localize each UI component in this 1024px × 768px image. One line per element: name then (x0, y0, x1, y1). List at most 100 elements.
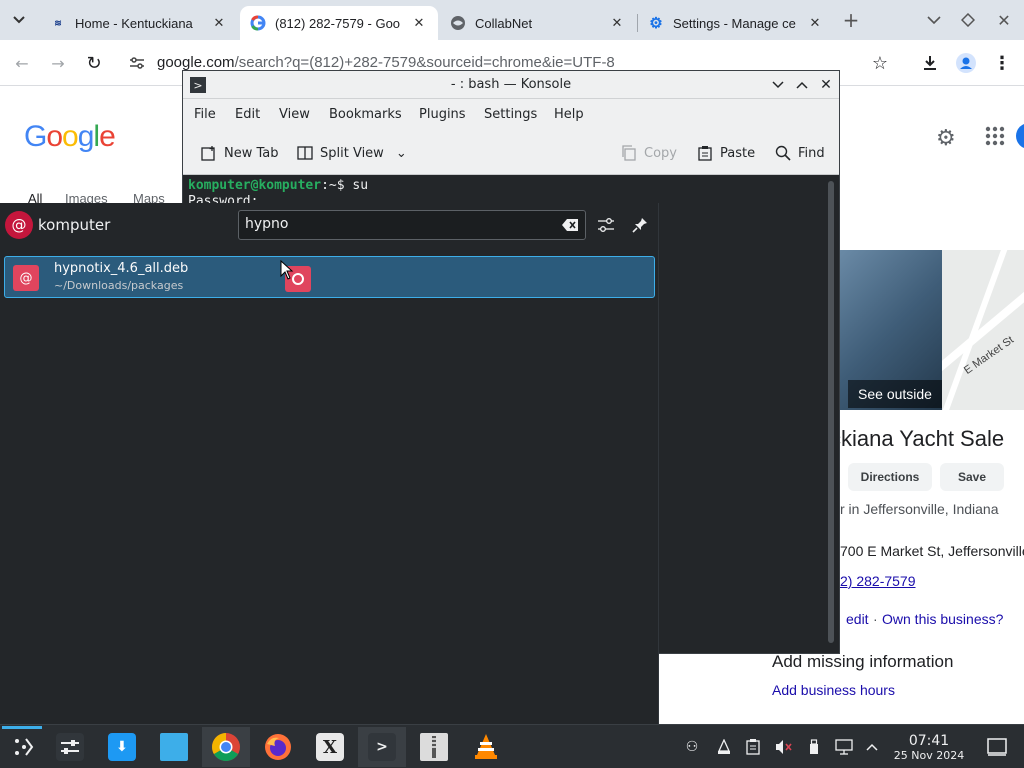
konsole-titlebar[interactable]: > - : bash — Konsole ✕ (183, 71, 839, 99)
clipboard-icon[interactable] (743, 737, 763, 757)
krunner-pin-button[interactable] (627, 212, 653, 238)
copy-button[interactable]: Copy (621, 143, 677, 163)
close-window-button[interactable]: ✕ (992, 8, 1016, 32)
forward-button[interactable]: → (46, 51, 70, 75)
application-launcher[interactable] (0, 726, 48, 767)
settings-gear-icon[interactable]: ⚙ (936, 125, 962, 151)
star-icon: ☆ (871, 52, 889, 74)
krunner-search-box[interactable] (238, 210, 586, 240)
discover-launcher[interactable]: ⬇ (98, 727, 146, 767)
menu-bookmarks[interactable]: Bookmarks (329, 107, 402, 122)
dolphin-launcher[interactable] (150, 727, 198, 767)
search-input[interactable] (245, 216, 545, 232)
chrome-icon (212, 733, 240, 761)
tune-icon (130, 57, 144, 69)
search-result-item[interactable]: @ hypnotix_4.6_all.deb ~/Downloads/packa… (4, 256, 655, 298)
maximize-button[interactable] (956, 8, 980, 32)
chrome-task[interactable] (202, 727, 250, 767)
tab-home-kentuckiana[interactable]: ≋ Home - Kentuckiana ✕ (40, 6, 238, 40)
x-app-launcher[interactable]: X (306, 727, 354, 767)
show-desktop-button[interactable] (986, 737, 1008, 757)
paste-button[interactable]: Paste (697, 143, 755, 163)
business-category: r in Jeffersonville, Indiana (840, 501, 999, 517)
krunner-config-button[interactable] (593, 212, 619, 238)
archive-launcher[interactable] (410, 727, 458, 767)
add-hours-link[interactable]: Add business hours (772, 682, 895, 698)
reload-button[interactable]: ↻ (82, 51, 106, 75)
clock-time[interactable]: 07:41 (892, 733, 966, 749)
back-button[interactable]: ← (10, 51, 34, 75)
new-tab-button[interactable]: + (839, 8, 863, 32)
google-logo[interactable]: Google (24, 120, 116, 154)
diamond-icon (961, 13, 975, 27)
konsole-menubar: File Edit View Bookmarks Plugins Setting… (183, 99, 839, 131)
missing-info-heading: Add missing information (772, 652, 954, 671)
site-info-button[interactable] (125, 51, 149, 75)
menu-file[interactable]: File (194, 107, 216, 122)
new-tab-button[interactable]: New Tab (201, 143, 279, 163)
chevron-down-icon (772, 81, 784, 89)
business-phone[interactable]: 2) 282-7579 (840, 573, 916, 589)
close-icon: ✕ (820, 77, 832, 93)
menu-view[interactable]: View (279, 107, 310, 122)
discover-store-icon: ⬇ (108, 733, 136, 761)
konsole-task[interactable]: > (358, 727, 406, 767)
firefox-launcher[interactable] (254, 727, 302, 767)
copy-icon (622, 145, 636, 161)
tab-search-button[interactable] (6, 8, 32, 32)
clear-text-button[interactable] (561, 216, 579, 234)
browser-menu-button[interactable]: ⋮ (990, 51, 1014, 75)
account-avatar[interactable] (1016, 123, 1024, 149)
directions-button[interactable]: Directions (848, 463, 932, 491)
arrow-right-icon: → (51, 53, 65, 73)
close-button[interactable]: ✕ (816, 75, 836, 95)
apps-grid-icon[interactable] (984, 125, 1006, 147)
business-address: 700 E Market St, Jeffersonville (840, 543, 1024, 559)
krunner-username: komputer (38, 216, 111, 234)
business-map[interactable] (942, 250, 1024, 410)
save-button[interactable]: Save (940, 463, 1004, 491)
kde-connect-icon[interactable]: ⚇ (682, 737, 702, 757)
address-bar[interactable]: google.com/search?q=(812)+282-7579&sourc… (157, 54, 615, 71)
plus-icon: + (842, 8, 860, 32)
tab-settings[interactable]: ⚙ Settings - Manage ce ✕ (638, 6, 834, 40)
close-icon[interactable]: ✕ (410, 15, 428, 31)
krunner-panel: @ komputer @ hypnotix_4.6_all.deb ~/Down… (0, 203, 659, 724)
usb-device-icon[interactable] (804, 737, 824, 757)
vlc-tray-icon[interactable] (714, 737, 734, 757)
bookmark-button[interactable]: ☆ (868, 51, 892, 75)
vlc-launcher[interactable] (462, 727, 510, 767)
close-icon[interactable]: ✕ (608, 15, 626, 31)
arrow-left-icon: ← (15, 53, 29, 73)
profile-button[interactable] (954, 51, 978, 75)
suggest-edit-link[interactable]: edit (846, 611, 869, 627)
network-wired-icon[interactable] (834, 737, 854, 757)
see-outside-button[interactable]: See outside (848, 380, 942, 408)
chevron-down-icon (13, 16, 25, 24)
downloads-button[interactable] (918, 51, 942, 75)
tray-expand-button[interactable] (862, 737, 882, 757)
tab-collabnet[interactable]: CollabNet ✕ (440, 6, 636, 40)
tab-google-search[interactable]: (812) 282-7579 - Goo ✕ (240, 6, 438, 40)
chevron-down-icon[interactable]: ⌄ (396, 146, 407, 161)
clock-date[interactable]: 25 Nov 2024 (886, 749, 972, 762)
split-view-button[interactable]: Split View ⌄ (297, 143, 407, 163)
maximize-button[interactable] (792, 75, 812, 95)
minimize-button[interactable] (922, 8, 946, 32)
own-business-link[interactable]: Own this business? (882, 611, 1003, 627)
firefox-icon (265, 734, 291, 760)
minimize-button[interactable] (768, 75, 788, 95)
tab-title: Settings - Manage ce (673, 15, 796, 31)
terminal-scrollbar[interactable] (828, 181, 834, 643)
close-icon[interactable]: ✕ (210, 15, 228, 31)
menu-help[interactable]: Help (554, 107, 584, 122)
close-icon[interactable]: ✕ (806, 15, 824, 31)
tab-title: (812) 282-7579 - Goo (275, 15, 401, 31)
menu-plugins[interactable]: Plugins (419, 107, 466, 122)
system-settings-launcher[interactable] (46, 727, 94, 767)
settings-sliders-icon (598, 218, 614, 232)
menu-edit[interactable]: Edit (235, 107, 260, 122)
volume-muted-icon[interactable] (774, 737, 794, 757)
find-button[interactable]: Find (775, 143, 825, 163)
menu-settings[interactable]: Settings (484, 107, 537, 122)
